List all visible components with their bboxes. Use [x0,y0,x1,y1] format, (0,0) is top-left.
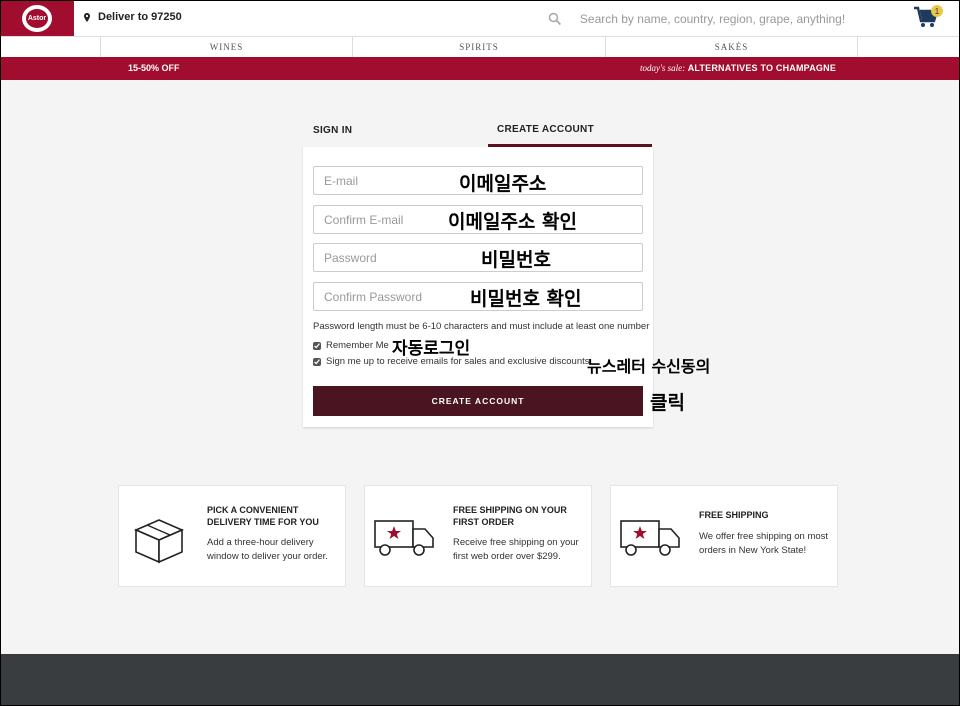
deliver-label: Deliver to 97250 [98,11,182,23]
newsletter-input[interactable] [313,357,321,366]
promo-bar: 15-50% OFF today's sale: ALTERNATIVES TO… [0,57,960,80]
annotation-confirm-password: 비밀번호 확인 [470,288,582,310]
truck-icon [620,520,680,556]
create-account-button[interactable]: CREATE ACCOUNT [313,386,643,416]
nav-item-spirits[interactable]: SPIRITS [352,37,605,57]
footer [0,654,960,706]
annotation-email: 이메일주소 [459,173,547,195]
remember-me-checkbox[interactable]: Remember Me [313,340,389,351]
password-requirements: Password length must be 6-10 characters … [313,321,650,332]
promo-sale-text: ALTERNATIVES TO CHAMPAGNE [687,63,837,73]
annotation-password: 비밀번호 [481,249,551,271]
password-input[interactable] [314,244,642,271]
annotation-newsletter: 뉴스레터 수신동의 [587,357,711,376]
remember-me-label: Remember Me [326,340,389,351]
logo-badge: Astor [22,5,52,32]
search-input[interactable] [579,12,848,26]
annotation-remember: 자동로그인 [392,339,471,359]
feature-card-free-shipping: FREE SHIPPING We offer free shipping on … [610,485,838,587]
nav-divider [857,37,858,57]
feature-title: FREE SHIPPING ON YOUR FIRST ORDER [453,505,567,527]
annotation-click: 클릭 [650,392,685,414]
password-field [313,243,643,272]
box-icon [133,519,185,564]
search-bar [548,9,848,29]
feature-description: We offer free shipping on most orders in… [699,531,829,556]
cart-count-badge: 1 [931,5,943,17]
promo-discount[interactable]: 15-50% OFF [128,63,180,73]
location-pin-icon [84,12,90,22]
feature-description: Add a three-hour delivery window to deli… [207,537,328,562]
promo-sale[interactable]: today's sale: ALTERNATIVES TO CHAMPAGNE [640,63,836,73]
search-icon[interactable] [548,12,562,26]
annotation-confirm-email: 이메일주소 확인 [448,211,577,233]
nav-item-sakes[interactable]: SAKÉS [605,37,857,57]
tab-create-account[interactable]: CREATE ACCOUNT [488,115,652,147]
feature-description: Receive free shipping on your first web … [453,537,579,562]
tab-sign-in[interactable]: SIGN IN [313,115,352,147]
truck-icon [374,520,434,556]
logo[interactable]: Astor [1,1,74,36]
feature-card-free-first-order: FREE SHIPPING ON YOUR FIRST ORDER Receiv… [364,485,592,587]
cart-button[interactable]: 1 [913,5,943,31]
feature-title: FREE SHIPPING [699,510,769,520]
header: Astor Deliver to 97250 1 [0,0,960,37]
logo-text: Astor [26,9,48,28]
nav-item-wines[interactable]: WINES [100,37,352,57]
feature-title: PICK A CONVENIENT DELIVERY TIME FOR YOU [207,505,319,527]
deliver-to[interactable]: Deliver to 97250 [84,11,182,23]
feature-card-delivery-time: PICK A CONVENIENT DELIVERY TIME FOR YOU … [118,485,346,587]
remember-me-input[interactable] [313,341,321,350]
main-nav: WINES SPIRITS SAKÉS [0,37,960,57]
promo-sale-prefix: today's sale: [640,63,686,73]
